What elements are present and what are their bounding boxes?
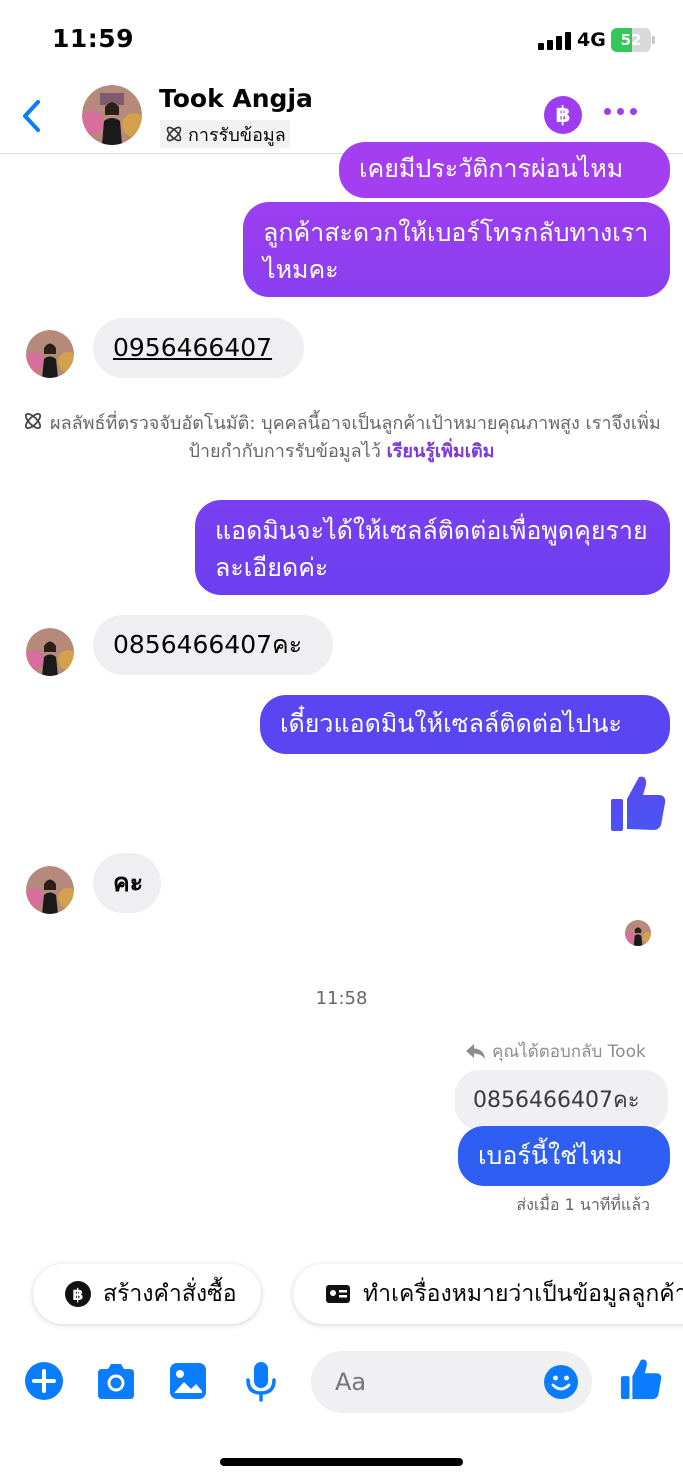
reply-icon (466, 1043, 485, 1059)
mark-as-lead-label: ทำเครื่องหมายว่าเป็นข้อมูลลูกค้า (363, 1281, 683, 1307)
incoming-message[interactable]: 0856466407คะ (93, 615, 333, 675)
id-card-icon (326, 1285, 350, 1303)
message-input-box[interactable] (311, 1351, 592, 1413)
create-order-chip[interactable]: ฿ สร้างคำสั่งซื้อ (33, 1264, 261, 1324)
plus-icon[interactable] (22, 1359, 66, 1403)
incoming-message-phone-link[interactable]: 0956466407 (93, 318, 304, 378)
read-receipt-avatar (625, 920, 651, 946)
outgoing-message[interactable]: ลูกค้าสะดวกให้เบอร์โทรกลับทางเราไหมคะ (243, 202, 670, 297)
contact-avatar[interactable] (82, 85, 142, 145)
contact-name[interactable]: Took Angja (159, 84, 313, 113)
baht-icon: ฿ (65, 1281, 91, 1307)
message-composer (0, 1345, 683, 1425)
thumbs-up-reaction-icon[interactable] (609, 773, 667, 833)
lead-label-tag[interactable]: การรับข้อมูล (160, 120, 290, 148)
battery-icon: 52 (611, 28, 655, 52)
lead-label-text: การรับข้อมูล (188, 124, 286, 146)
auto-detection-notice: ผลลัพธ์ที่ตรวจจับอัตโนมัติ: บุคคลนี้อาจเ… (20, 410, 663, 466)
create-order-label: สร้างคำสั่งซื้อ (103, 1281, 237, 1307)
more-options-icon[interactable] (604, 108, 640, 122)
quoted-message[interactable]: 0856466407คะ (455, 1070, 668, 1130)
message-input[interactable] (335, 1365, 535, 1399)
auto-detection-text: ผลลัพธ์ที่ตรวจจับอัตโนมัติ: บุคคลนี้อาจเ… (50, 413, 661, 462)
emoji-icon[interactable] (543, 1364, 579, 1400)
status-bar: 11:59 4G 52 (0, 0, 683, 80)
time-divider: 11:58 (315, 988, 368, 1009)
contact-avatar-small[interactable] (26, 866, 74, 914)
incoming-message[interactable]: คะ (93, 853, 161, 913)
outgoing-message[interactable]: เคยมีประวัติการผ่อนไหมคะ (339, 142, 670, 220)
network-label: 4G (577, 29, 606, 51)
battery-level: 52 (620, 31, 642, 49)
outgoing-message[interactable]: แอดมินจะได้ให้เซลล์ติดต่อเพื่อพูดคุยรายล… (195, 500, 670, 595)
signal-icon (538, 32, 572, 50)
atom-icon (25, 412, 42, 430)
contact-avatar-small[interactable] (26, 330, 74, 378)
learn-more-link[interactable]: เรียนรู้เพิ่มเติม (387, 441, 495, 462)
contact-avatar-small[interactable] (26, 628, 74, 676)
home-indicator (220, 1458, 463, 1466)
outgoing-message[interactable]: เบอร์นี้ใช่ไหมคะ (458, 1126, 670, 1207)
microphone-icon[interactable] (239, 1359, 283, 1403)
status-time: 11:59 (52, 24, 135, 53)
back-icon[interactable] (16, 96, 48, 136)
camera-icon[interactable] (94, 1359, 138, 1403)
thumbs-up-icon[interactable] (619, 1357, 663, 1401)
reply-label-text: คุณได้ตอบกลับ Took (492, 1042, 646, 1062)
outgoing-message[interactable]: เดี๋ยวแอดมินให้เซลล์ติดต่อไปนะคะ (260, 695, 670, 775)
mark-as-lead-chip[interactable]: ทำเครื่องหมายว่าเป็นข้อมูลลูกค้า (293, 1264, 683, 1324)
baht-icon[interactable]: ฿ (544, 96, 582, 134)
gallery-icon[interactable] (166, 1359, 210, 1403)
reply-indicator: คุณได้ตอบกลับ Took (466, 1038, 646, 1065)
atom-icon (166, 126, 182, 142)
sent-status: ส่งเมื่อ 1 นาทีที่แล้ว (516, 1195, 650, 1214)
